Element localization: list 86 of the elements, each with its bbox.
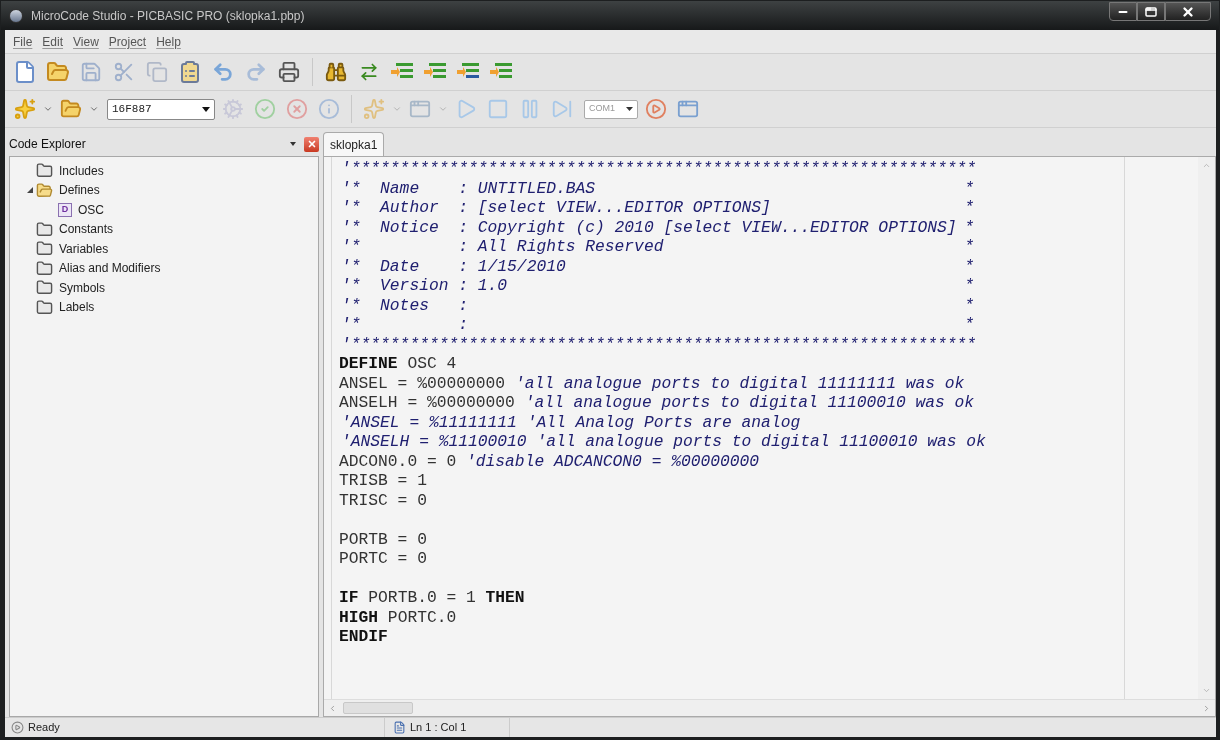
code-comment: '* Author : [select VIEW...EDITOR OPTIONS] bbox=[341, 198, 771, 218]
dropdown-caret-icon bbox=[202, 106, 210, 112]
code-comment: 'ANSEL = %11111111 'All Analog Ports are analog bbox=[341, 412, 801, 432]
code-comment: '**************************************************************** bbox=[341, 334, 977, 354]
close-icon bbox=[1181, 4, 1195, 19]
expanded-triangle-icon[interactable] bbox=[27, 187, 33, 194]
status-icon bbox=[11, 721, 24, 734]
menu-item[interactable]: View bbox=[73, 32, 99, 51]
code-comment: * bbox=[964, 217, 975, 237]
panel-title: Code Explorer bbox=[9, 136, 86, 153]
menu-item[interactable]: Edit bbox=[42, 32, 64, 51]
code-comment: 'ANSELH = %11100010 'all analogue ports to digital 11100010 was ok bbox=[341, 432, 986, 451]
tree-item[interactable]: Constants bbox=[59, 220, 114, 239]
close-button[interactable] bbox=[1165, 2, 1211, 21]
scroll-down-icon[interactable] bbox=[1202, 686, 1211, 695]
code-comment: '* Date : 1/15/2010 bbox=[341, 256, 566, 276]
tree-item[interactable]: Alias and Modifiers bbox=[59, 259, 161, 278]
tree-item[interactable]: Defines bbox=[59, 181, 100, 200]
code-keyword: THEN bbox=[485, 588, 525, 607]
code-comment: * bbox=[964, 276, 975, 296]
code-comment: '* : All Rights Reserved bbox=[341, 237, 664, 257]
code-comment: * bbox=[964, 256, 975, 276]
code-comment: '**************************************************************** bbox=[341, 159, 977, 178]
code-comment: 'all analogue ports to digital 11100010 was ok bbox=[524, 393, 975, 412]
code-comment: '* Notice : Copyright (c) 2010 [select VIEW...EDITOR OPTIONS] bbox=[341, 217, 957, 237]
app-logo-icon bbox=[9, 8, 23, 23]
status-message: Ready bbox=[28, 720, 60, 736]
code-text: ANSEL = %00000000 bbox=[339, 373, 507, 393]
dropdown-caret-icon[interactable] bbox=[290, 142, 296, 146]
editor-tab[interactable]: sklopka1 bbox=[323, 132, 385, 156]
code-comment: '* Notes : bbox=[341, 295, 468, 315]
folder-icon bbox=[36, 279, 53, 297]
code-comment: 'all analogue ports to digital 11111111 was ok bbox=[514, 373, 965, 393]
code-comment: * bbox=[964, 237, 975, 257]
code-comment: '* Version : 1.0 bbox=[341, 276, 508, 296]
code-text: PORTB = 0 bbox=[339, 529, 427, 549]
code-comment: 'disable ADCANCON0 = %00000000 bbox=[466, 451, 760, 471]
code-keyword: ENDIF bbox=[339, 627, 388, 646]
code-comment: * bbox=[964, 198, 975, 218]
tree-item[interactable]: Includes bbox=[59, 161, 104, 180]
folder-icon bbox=[36, 220, 53, 238]
device-select[interactable]: 16F887 bbox=[107, 98, 215, 120]
document-icon bbox=[393, 721, 406, 734]
menu-item[interactable]: Help bbox=[156, 32, 181, 51]
code-comment: '* : bbox=[341, 315, 468, 335]
dropdown-caret-icon bbox=[626, 107, 633, 111]
code-keyword: IF bbox=[339, 588, 359, 607]
code-text: TRISB = 1 bbox=[339, 471, 427, 490]
folder-icon bbox=[36, 259, 53, 277]
menu-item[interactable]: File bbox=[13, 32, 33, 51]
scroll-right-icon[interactable] bbox=[1202, 703, 1211, 713]
folder-icon bbox=[36, 298, 53, 316]
folder-icon bbox=[36, 181, 53, 199]
code-text: ADCON0.0 = 0 bbox=[339, 451, 458, 471]
vertical-scrollbar[interactable] bbox=[1198, 157, 1215, 699]
close-icon bbox=[306, 139, 317, 149]
code-text: TRISC = 0 bbox=[339, 490, 427, 510]
folder-icon bbox=[36, 240, 53, 258]
define-icon: D bbox=[58, 202, 72, 217]
code-comment: * bbox=[964, 315, 975, 335]
minimize-button[interactable] bbox=[1109, 2, 1137, 21]
code-editor[interactable] bbox=[323, 156, 1216, 717]
code-keyword: HIGH bbox=[339, 607, 379, 627]
tree-item[interactable]: Variables bbox=[59, 239, 109, 258]
code-keyword: DEFINE bbox=[339, 354, 398, 373]
code-comment: * bbox=[964, 178, 975, 198]
maximize-button[interactable] bbox=[1137, 2, 1165, 21]
code-comment: * bbox=[964, 295, 975, 315]
scrollbar-thumb[interactable] bbox=[343, 702, 413, 714]
tree-item[interactable]: Labels bbox=[59, 298, 95, 317]
code-text: ANSELH = %00000000 bbox=[339, 393, 516, 412]
code-text: PORTC = 0 bbox=[339, 549, 427, 568]
folder-icon bbox=[36, 162, 53, 180]
maximize-icon bbox=[1145, 5, 1157, 18]
tree-item[interactable]: Symbols bbox=[59, 278, 105, 297]
code-text: PORTC.0 bbox=[386, 607, 457, 627]
horizontal-scrollbar[interactable] bbox=[324, 699, 1215, 716]
code-comment: '* Name : UNTITLED.BAS bbox=[341, 178, 596, 198]
scroll-left-icon[interactable] bbox=[328, 703, 337, 713]
code-text: PORTB.0 = 1 bbox=[367, 588, 477, 607]
scroll-up-icon[interactable] bbox=[1202, 161, 1211, 170]
window-title: MicroCode Studio - PICBASIC PRO (sklopka1.pbp) bbox=[31, 7, 305, 25]
tree-item[interactable]: OSC bbox=[78, 200, 104, 219]
menu-item[interactable]: Project bbox=[108, 32, 147, 51]
cursor-position: Ln 1 : Col 1 bbox=[410, 720, 467, 736]
code-text: OSC 4 bbox=[406, 354, 457, 373]
